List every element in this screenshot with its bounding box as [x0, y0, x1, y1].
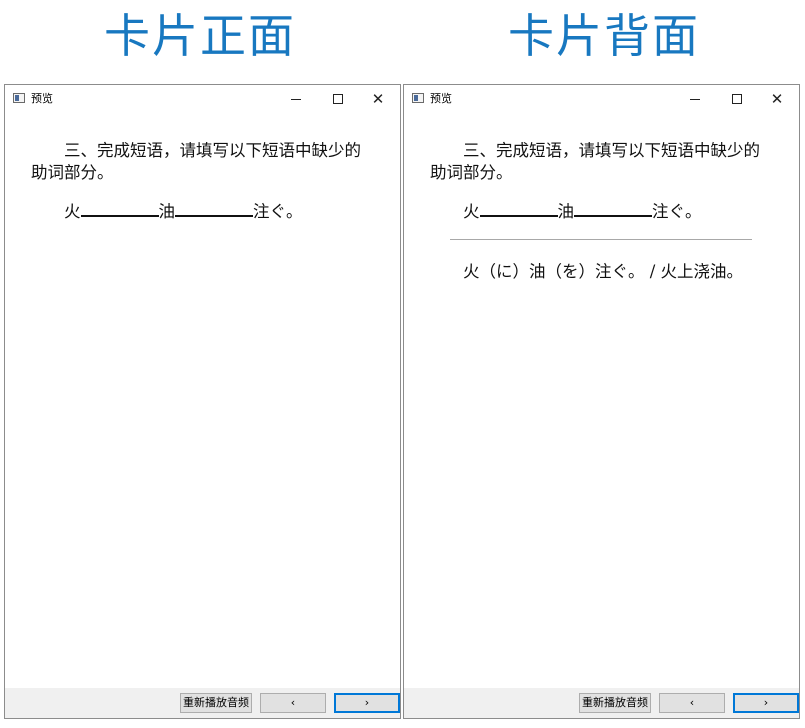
preview-window-back: 预览 ✕ 三、完成短语，请填写以下短语中缺少的助词部分。 火 油 注ぐ。 火（に）油…: [403, 84, 800, 719]
preview-window-front: 预览 ✕ 三、完成短语，请填写以下短语中缺少的助词部分。 火 油 注ぐ。 重新播放音…: [4, 84, 401, 719]
card-content: 三、完成短语，请填写以下短语中缺少的助词部分。 火 油 注ぐ。: [5, 113, 400, 688]
fill-in-phrase: 火 油 注ぐ。: [31, 201, 371, 223]
minimize-icon: [690, 98, 700, 100]
bottom-toolbar: 重新播放音频 ‹ ›: [5, 688, 400, 718]
app-icon: [13, 93, 25, 103]
minimize-button[interactable]: [675, 85, 715, 113]
close-button[interactable]: ✕: [358, 85, 398, 113]
card-content: 三、完成短语，请填写以下短语中缺少的助词部分。 火 油 注ぐ。 火（に）油（を）注ぐ…: [404, 113, 799, 688]
fill-in-phrase: 火 油 注ぐ。: [430, 201, 770, 223]
blank-1: [80, 201, 159, 217]
front-heading: 卡片正面: [104, 9, 296, 63]
next-button[interactable]: ›: [334, 693, 400, 713]
blank-2: [574, 201, 652, 217]
question-text: 三、完成短语，请填写以下短语中缺少的助词部分。: [31, 141, 361, 182]
phrase-part: 油: [557, 202, 575, 221]
previous-button[interactable]: ‹: [260, 693, 326, 713]
phrase-part: 注ぐ。: [253, 202, 303, 221]
replay-audio-button[interactable]: 重新播放音频: [579, 693, 651, 713]
question-text: 三、完成短语，请填写以下短语中缺少的助词部分。: [430, 141, 760, 182]
back-heading: 卡片背面: [508, 9, 700, 63]
maximize-button[interactable]: [318, 85, 358, 113]
title-bar: 预览 ✕: [5, 85, 400, 113]
answer-divider: [450, 239, 752, 240]
phrase-part: 火: [463, 202, 480, 221]
blank-2: [175, 201, 253, 217]
minimize-icon: [291, 98, 301, 100]
maximize-icon: [732, 94, 742, 104]
close-icon: ✕: [770, 89, 784, 108]
phrase-part: 油: [158, 202, 176, 221]
phrase-part: 注ぐ。: [652, 202, 702, 221]
maximize-button[interactable]: [717, 85, 757, 113]
next-button[interactable]: ›: [733, 693, 799, 713]
answer-text: 火（に）油（を）注ぐ。 / 火上浇油。: [463, 262, 744, 281]
app-icon: [412, 93, 424, 103]
window-title: 预览: [31, 92, 53, 105]
blank-1: [479, 201, 558, 217]
maximize-icon: [333, 94, 343, 104]
title-bar: 预览 ✕: [404, 85, 799, 113]
previous-button[interactable]: ‹: [659, 693, 725, 713]
replay-audio-button[interactable]: 重新播放音频: [180, 693, 252, 713]
minimize-button[interactable]: [276, 85, 316, 113]
close-icon: ✕: [371, 89, 385, 108]
bottom-toolbar: 重新播放音频 ‹ ›: [404, 688, 799, 718]
window-title: 预览: [430, 92, 452, 105]
phrase-part: 火: [64, 202, 81, 221]
close-button[interactable]: ✕: [757, 85, 797, 113]
